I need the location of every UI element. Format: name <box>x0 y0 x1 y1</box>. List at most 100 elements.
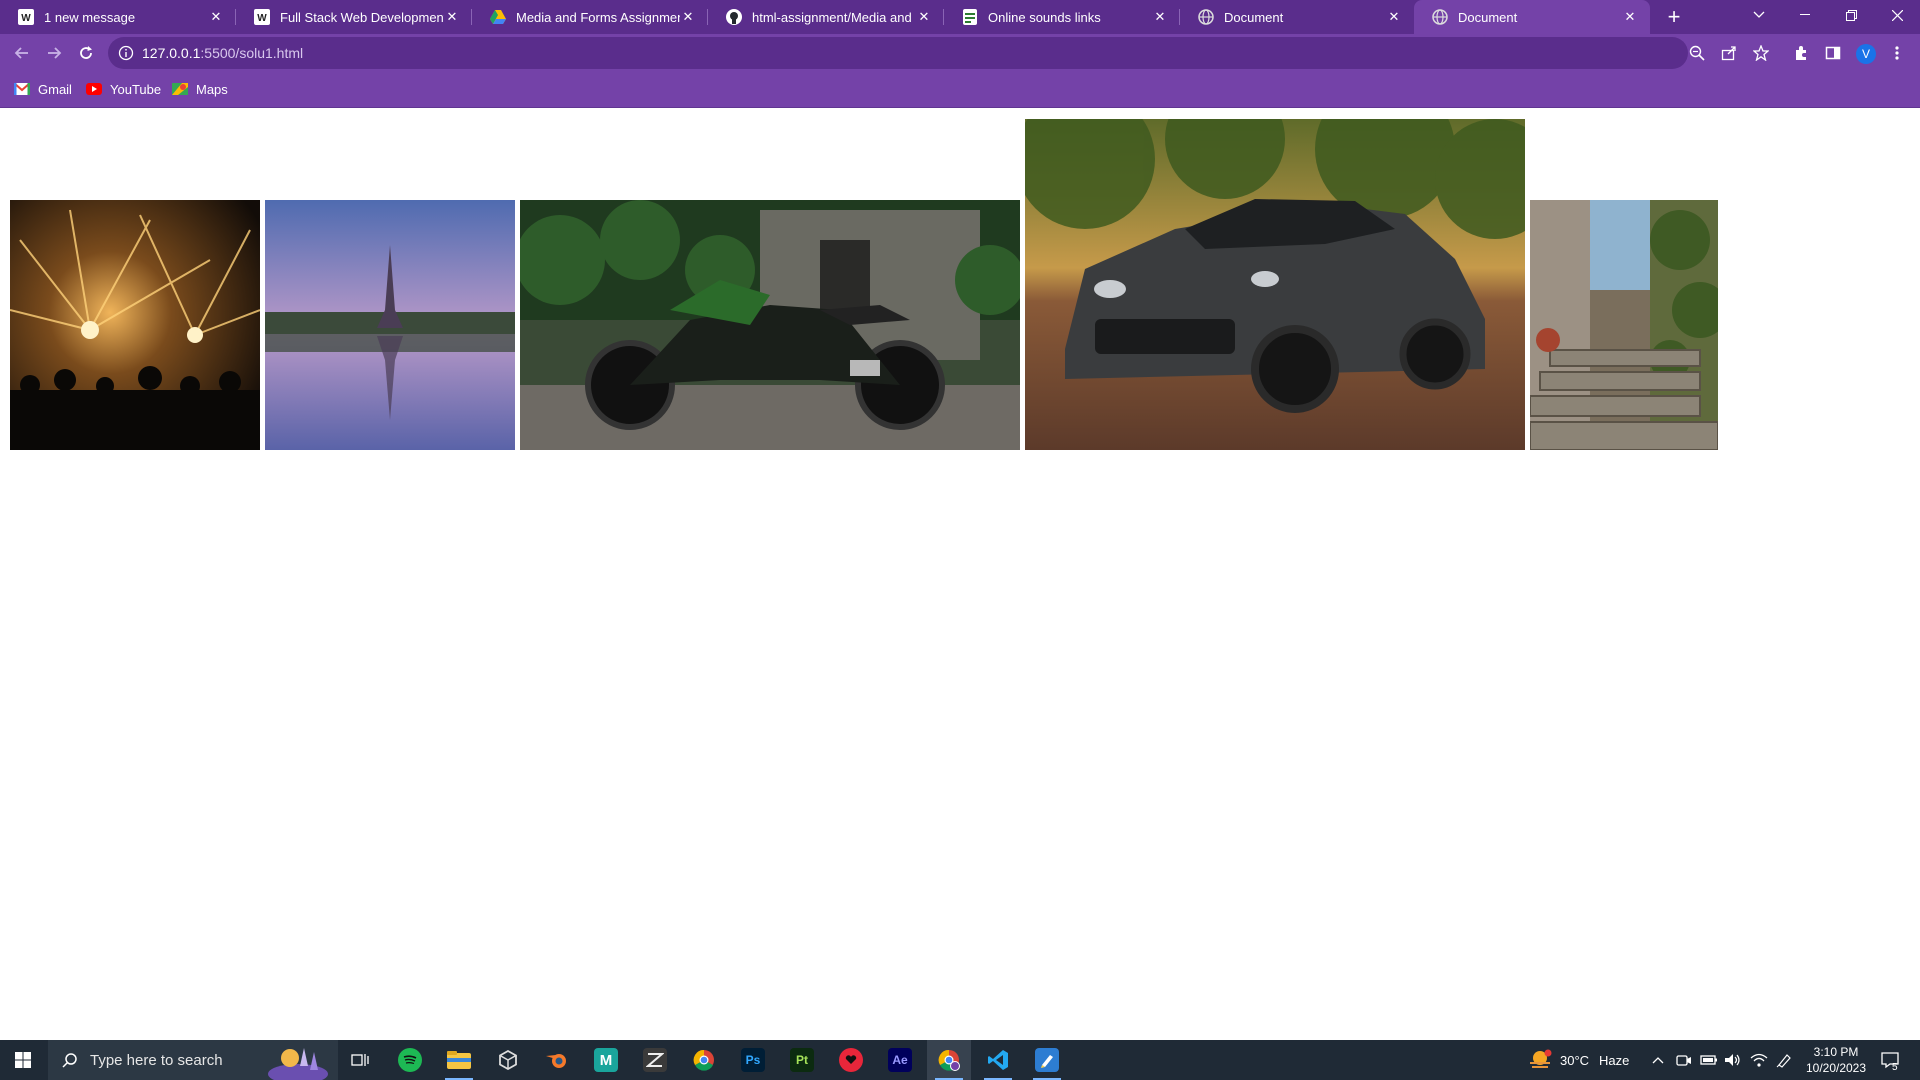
close-icon[interactable]: ✕ <box>916 9 932 25</box>
side-panel-icon[interactable] <box>1820 40 1846 66</box>
tab-2[interactable]: W Full Stack Web Development - ( ✕ <box>236 0 472 34</box>
motorcycle-photo <box>520 200 1020 450</box>
restore-button[interactable] <box>1828 0 1874 30</box>
tab-title: html-assignment/Media and Fo <box>752 9 916 25</box>
pencil-board-icon <box>1035 1048 1059 1072</box>
spotify-taskbar-app[interactable] <box>388 1040 432 1080</box>
extensions-icon[interactable] <box>1788 40 1814 66</box>
bookmark-star-icon[interactable] <box>1748 40 1774 66</box>
bookmark-label: Maps <box>196 81 228 97</box>
search-placeholder: Type here to search <box>90 1051 223 1069</box>
tab-7-active[interactable]: Document ✕ <box>1414 0 1650 34</box>
tab-search-chevron-icon[interactable] <box>1736 0 1782 30</box>
stairs-photo <box>1530 200 1718 450</box>
menu-kebab-icon[interactable] <box>1884 40 1910 66</box>
url-host: 127.0.0.1 <box>142 45 201 61</box>
forward-button[interactable] <box>40 39 68 67</box>
tab-title: Media and Forms Assignment.p <box>516 9 680 25</box>
bookmark-youtube[interactable]: YouTube <box>86 81 161 97</box>
back-button[interactable] <box>8 39 36 67</box>
reload-icon <box>80 46 92 59</box>
file-explorer-taskbar-app[interactable] <box>437 1040 481 1080</box>
maps-icon <box>172 81 188 97</box>
weather-condition: Haze <box>1599 1052 1630 1068</box>
clock-time: 3:10 PM <box>1813 1045 1859 1059</box>
close-icon[interactable]: ✕ <box>1622 9 1638 25</box>
address-bar[interactable]: 127.0.0.1:5500/solu1.html <box>108 37 1688 69</box>
forward-arrow-icon <box>48 47 62 59</box>
tab-title: 1 new message <box>44 9 136 25</box>
unity-taskbar-app[interactable] <box>486 1040 530 1080</box>
vscode-taskbar-app[interactable] <box>976 1040 1020 1080</box>
chrome-profile-taskbar-app[interactable] <box>927 1040 971 1080</box>
start-button[interactable] <box>0 1040 46 1080</box>
gmail-icon <box>14 81 30 97</box>
red-app-taskbar-app[interactable] <box>829 1040 873 1080</box>
after-effects-taskbar-app[interactable]: Ae <box>878 1040 922 1080</box>
profile-avatar[interactable]: V <box>1856 44 1876 64</box>
tab-1[interactable]: W 1 new message ✕ <box>0 0 236 34</box>
photoshop-icon: Ps <box>741 1048 765 1072</box>
blender-taskbar-app[interactable] <box>535 1040 579 1080</box>
task-view-button[interactable] <box>338 1040 382 1080</box>
tab-title: Online sounds links <box>988 9 1101 25</box>
tab-5[interactable]: Online sounds links ✕ <box>944 0 1180 34</box>
volume-icon[interactable] <box>1724 1040 1742 1080</box>
browser-toolbar: 127.0.0.1:5500/solu1.html V <box>0 34 1920 72</box>
zbrush-taskbar-app[interactable] <box>633 1040 677 1080</box>
folder-icon <box>447 1048 471 1072</box>
wifi-icon[interactable] <box>1750 1040 1768 1080</box>
reload-button[interactable] <box>72 39 100 67</box>
close-icon[interactable]: ✕ <box>208 9 224 25</box>
svg-text:W: W <box>257 13 267 24</box>
bookmark-label: YouTube <box>110 81 162 97</box>
close-icon[interactable]: ✕ <box>444 9 460 25</box>
chrome-taskbar-app[interactable] <box>682 1040 726 1080</box>
substance-painter-taskbar-app[interactable]: Pt <box>780 1040 824 1080</box>
url-text[interactable]: 127.0.0.1:5500/solu1.html <box>142 45 303 61</box>
tab-title: Document <box>1458 9 1518 25</box>
tab-6[interactable]: Document ✕ <box>1180 0 1414 34</box>
notification-count: 5 <box>1892 1062 1898 1073</box>
notification-center-button[interactable]: 5 <box>1880 1040 1900 1080</box>
taskbar-search-box[interactable]: Type here to search <box>48 1040 338 1080</box>
share-icon[interactable] <box>1716 40 1742 66</box>
minimize-button[interactable] <box>1782 0 1828 30</box>
close-icon[interactable]: ✕ <box>1152 9 1168 25</box>
w-logo-icon: W <box>18 9 34 25</box>
tab-title: Full Stack Web Development - ( <box>280 9 444 25</box>
zoom-icon[interactable] <box>1684 40 1710 66</box>
w-logo-icon: W <box>254 9 270 25</box>
close-icon[interactable]: ✕ <box>680 9 696 25</box>
tab-4[interactable]: html-assignment/Media and Fo ✕ <box>708 0 944 34</box>
vscode-icon <box>986 1048 1010 1072</box>
haze-sun-icon <box>1530 1049 1552 1068</box>
close-window-button[interactable] <box>1874 0 1920 30</box>
search-icon <box>62 1053 77 1068</box>
pen-workspace-icon[interactable] <box>1776 1040 1792 1080</box>
tab-strip: W 1 new message ✕ W Full Stack Web Devel… <box>0 0 1920 34</box>
photoshop-taskbar-app[interactable]: Ps <box>731 1040 775 1080</box>
blender-icon <box>545 1048 569 1072</box>
github-icon <box>726 9 742 25</box>
new-tab-button[interactable]: + <box>1660 0 1688 34</box>
url-path: :5500/solu1.html <box>200 45 304 61</box>
bookmark-label: Gmail <box>38 81 72 97</box>
back-arrow-icon <box>14 47 28 59</box>
site-info-icon[interactable] <box>118 45 134 61</box>
battery-icon[interactable] <box>1700 1040 1718 1080</box>
bookmark-maps[interactable]: Maps <box>172 81 228 97</box>
bookmark-gmail[interactable]: Gmail <box>14 81 72 97</box>
tray-overflow-chevron-icon[interactable] <box>1652 1040 1664 1080</box>
weather-widget[interactable]: 30°C Haze <box>1528 1040 1629 1080</box>
maya-taskbar-app[interactable]: M <box>584 1040 628 1080</box>
editor-taskbar-app[interactable] <box>1025 1040 1069 1080</box>
close-icon[interactable]: ✕ <box>1386 9 1402 25</box>
google-drive-icon <box>490 9 506 25</box>
red-heart-icon <box>839 1048 863 1072</box>
chrome-profile-icon <box>937 1048 961 1072</box>
system-clock[interactable]: 3:10 PM 10/20/2023 <box>1796 1044 1876 1076</box>
meet-now-icon[interactable] <box>1676 1040 1692 1080</box>
tab-3[interactable]: Media and Forms Assignment.p ✕ <box>472 0 708 34</box>
globe-icon <box>1198 9 1214 25</box>
